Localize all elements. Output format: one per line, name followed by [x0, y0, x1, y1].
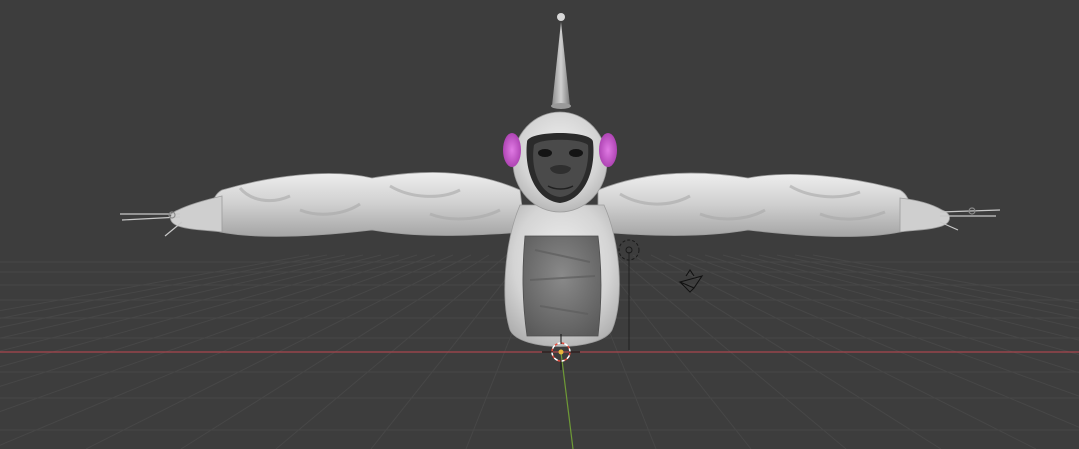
chest-patch — [522, 235, 602, 337]
viewport-canvas[interactable] — [0, 0, 1079, 449]
right-ear — [599, 133, 617, 167]
left-ear — [503, 133, 521, 167]
head-spike-tip — [557, 13, 565, 21]
3d-viewport[interactable] — [0, 0, 1079, 449]
head-spike-base — [551, 103, 571, 109]
right-eye — [569, 149, 583, 157]
left-eye — [538, 149, 552, 157]
